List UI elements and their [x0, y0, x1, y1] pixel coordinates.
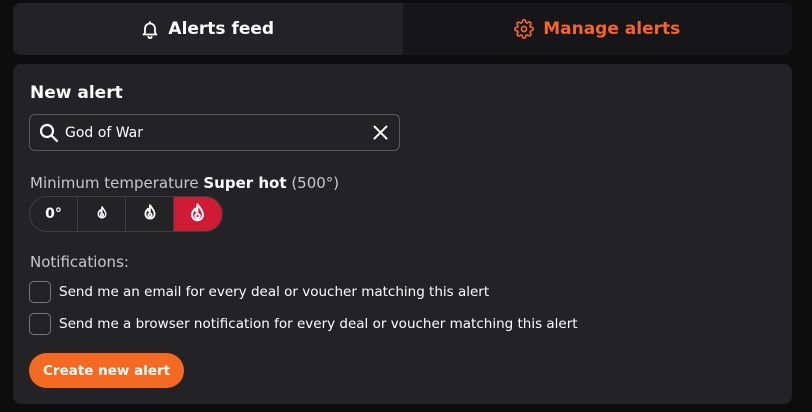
search-input[interactable]: [65, 121, 355, 145]
medium-flame-icon: [143, 204, 157, 224]
notifications-label: Notifications:: [30, 253, 129, 271]
email-notification-checkbox[interactable]: [29, 281, 51, 303]
email-notification-label: Send me an email for every deal or vouch…: [59, 284, 490, 300]
temperature-label-prefix: Minimum temperature: [30, 174, 199, 192]
create-new-alert-button[interactable]: Create new alert: [29, 353, 185, 388]
temperature-label: Minimum temperature Super hot (500°): [30, 174, 339, 192]
temperature-selected-value: (500°): [291, 174, 340, 192]
search-field: [29, 114, 400, 151]
temperature-selected-name: Super hot: [203, 174, 287, 192]
temperature-option-warm[interactable]: [78, 197, 126, 231]
browser-notification-label: Send me a browser notification for every…: [59, 316, 578, 332]
temperature-option-0-label: 0°: [45, 206, 62, 222]
tab-alerts-feed-label: Alerts feed: [168, 19, 275, 39]
tab-manage-alerts-label: Manage alerts: [543, 19, 681, 39]
browser-notification-checkbox[interactable]: [29, 313, 51, 335]
gear-icon: [514, 19, 535, 39]
search-icon: [39, 123, 59, 147]
tab-manage-alerts[interactable]: Manage alerts: [402, 3, 792, 55]
tab-alerts-feed[interactable]: Alerts feed: [13, 3, 403, 55]
large-flame-icon: [189, 202, 206, 226]
temperature-option-0[interactable]: 0°: [30, 197, 78, 231]
bell-icon: [141, 20, 159, 39]
temperature-option-hot[interactable]: [126, 197, 174, 231]
panel-title: New alert: [30, 83, 123, 103]
alerts-tab-bar: Alerts feed Manage alerts: [13, 3, 792, 55]
temperature-selector: 0°: [29, 196, 223, 232]
close-icon[interactable]: [373, 125, 388, 144]
temperature-option-super-hot[interactable]: [174, 197, 222, 231]
new-alert-panel: New alert Minimum temperature Super hot …: [13, 64, 792, 404]
small-flame-icon: [96, 205, 108, 223]
browser-notification-option[interactable]: Send me a browser notification for every…: [29, 313, 578, 335]
email-notification-option[interactable]: Send me an email for every deal or vouch…: [29, 281, 489, 303]
